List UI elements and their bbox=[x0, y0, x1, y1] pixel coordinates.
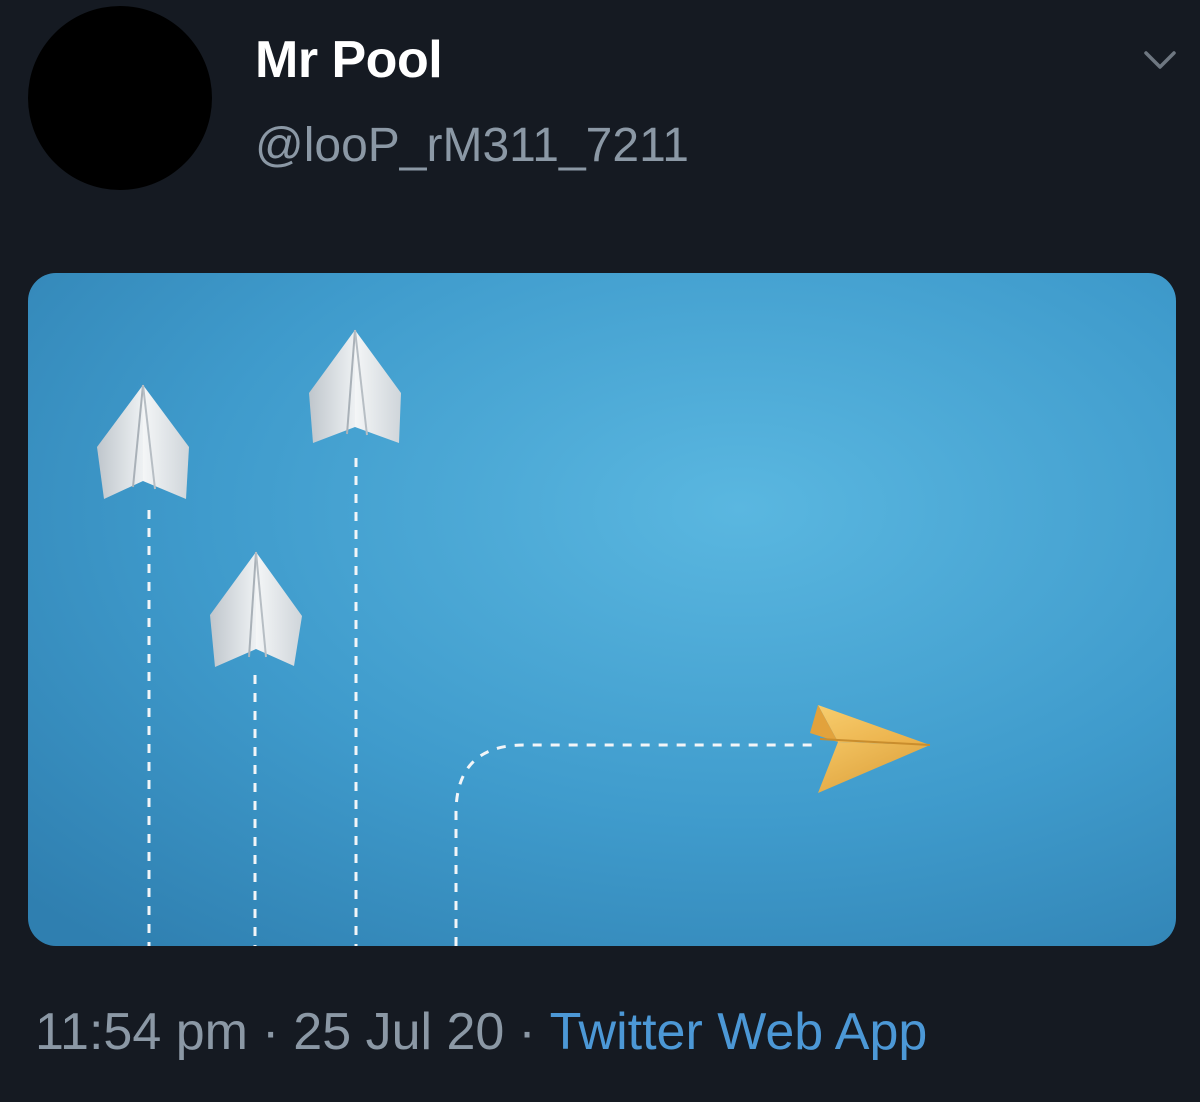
tweet-metadata: 11:54 pm · 25 Jul 20 · Twitter Web App bbox=[35, 1002, 927, 1062]
paper-planes-image bbox=[28, 273, 1176, 946]
avatar[interactable] bbox=[28, 6, 212, 190]
tweet-date[interactable]: 25 Jul 20 bbox=[293, 1003, 504, 1061]
tweet-media-image[interactable] bbox=[28, 273, 1176, 946]
separator-dot: · bbox=[518, 1003, 536, 1061]
tweet-menu-button[interactable] bbox=[1140, 40, 1180, 80]
tweet-time[interactable]: 11:54 pm bbox=[35, 1003, 248, 1061]
tweet: Mr Pool @looP_rM311_7211 11:54 pm · 25 J… bbox=[0, 0, 1200, 1102]
image-background bbox=[28, 273, 1176, 946]
display-name[interactable]: Mr Pool bbox=[255, 30, 443, 90]
user-handle[interactable]: @looP_rM311_7211 bbox=[255, 118, 689, 173]
separator-dot: · bbox=[261, 1003, 280, 1061]
tweet-source-link[interactable]: Twitter Web App bbox=[550, 1003, 928, 1061]
chevron-down-icon bbox=[1144, 51, 1176, 69]
